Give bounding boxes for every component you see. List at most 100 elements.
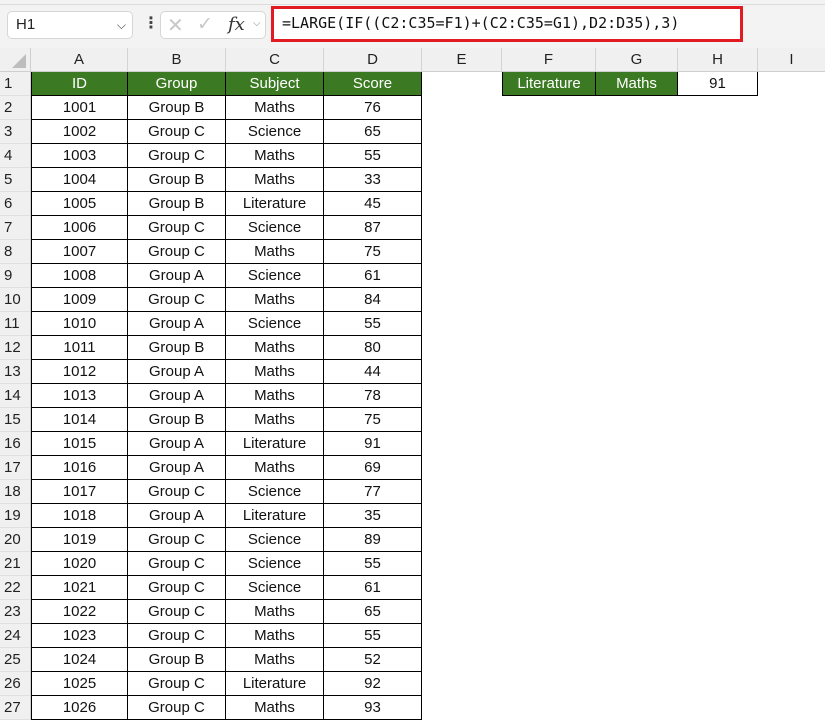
table-cell[interactable]: Group C: [128, 576, 226, 600]
row-header[interactable]: 25: [0, 648, 31, 672]
table-cell[interactable]: 91: [324, 432, 422, 456]
row-header[interactable]: 26: [0, 672, 31, 696]
table-cell[interactable]: 75: [324, 240, 422, 264]
table-header-cell[interactable]: Group: [128, 72, 226, 96]
select-all-button[interactable]: [0, 48, 31, 72]
table-cell[interactable]: Maths: [226, 240, 324, 264]
table-cell[interactable]: 1003: [31, 144, 128, 168]
row-header[interactable]: 22: [0, 576, 31, 600]
row-header[interactable]: 17: [0, 456, 31, 480]
table-cell[interactable]: 1022: [31, 600, 128, 624]
table-cell[interactable]: 69: [324, 456, 422, 480]
column-header-i[interactable]: I: [758, 48, 825, 72]
table-cell[interactable]: Group C: [128, 600, 226, 624]
table-cell[interactable]: 33: [324, 168, 422, 192]
table-cell[interactable]: 93: [324, 696, 422, 720]
row-header[interactable]: 1: [0, 72, 31, 96]
table-cell[interactable]: 75: [324, 408, 422, 432]
cancel-icon[interactable]: ✕: [167, 13, 184, 38]
table-cell[interactable]: 44: [324, 360, 422, 384]
table-cell[interactable]: 1010: [31, 312, 128, 336]
row-header[interactable]: 7: [0, 216, 31, 240]
table-cell[interactable]: 84: [324, 288, 422, 312]
table-cell[interactable]: Maths: [226, 360, 324, 384]
table-cell[interactable]: Science: [226, 120, 324, 144]
table-cell[interactable]: Science: [226, 312, 324, 336]
table-cell[interactable]: Maths: [226, 624, 324, 648]
table-cell[interactable]: 65: [324, 120, 422, 144]
column-header-h[interactable]: H: [678, 48, 758, 72]
table-cell[interactable]: Maths: [226, 696, 324, 720]
criteria-cell-f1[interactable]: Literature: [502, 72, 596, 96]
chevron-down-icon[interactable]: ⌵: [117, 12, 126, 38]
table-cell[interactable]: Maths: [226, 144, 324, 168]
table-cell[interactable]: 55: [324, 552, 422, 576]
column-header-e[interactable]: E: [422, 48, 502, 72]
table-cell[interactable]: 1012: [31, 360, 128, 384]
result-cell-h1[interactable]: 91: [678, 72, 758, 96]
row-header[interactable]: 27: [0, 696, 31, 720]
table-cell[interactable]: 1023: [31, 624, 128, 648]
table-cell[interactable]: Maths: [226, 600, 324, 624]
table-cell[interactable]: 45: [324, 192, 422, 216]
table-cell[interactable]: Literature: [226, 672, 324, 696]
column-header-b[interactable]: B: [128, 48, 226, 72]
table-cell[interactable]: Maths: [226, 384, 324, 408]
table-cell[interactable]: Group B: [128, 168, 226, 192]
row-header[interactable]: 24: [0, 624, 31, 648]
table-cell[interactable]: Maths: [226, 168, 324, 192]
table-cell[interactable]: Group A: [128, 384, 226, 408]
table-cell[interactable]: 1005: [31, 192, 128, 216]
table-cell[interactable]: Maths: [226, 96, 324, 120]
row-header[interactable]: 12: [0, 336, 31, 360]
table-cell[interactable]: 55: [324, 312, 422, 336]
table-cell[interactable]: 1004: [31, 168, 128, 192]
table-cell[interactable]: 61: [324, 576, 422, 600]
table-cell[interactable]: Group A: [128, 264, 226, 288]
table-cell[interactable]: Group C: [128, 240, 226, 264]
table-cell[interactable]: 35: [324, 504, 422, 528]
table-cell[interactable]: Maths: [226, 648, 324, 672]
table-cell[interactable]: Maths: [226, 336, 324, 360]
table-header-cell[interactable]: ID: [31, 72, 128, 96]
row-header[interactable]: 20: [0, 528, 31, 552]
table-cell[interactable]: 1009: [31, 288, 128, 312]
table-cell[interactable]: 1006: [31, 216, 128, 240]
table-cell[interactable]: 1025: [31, 672, 128, 696]
table-cell[interactable]: Maths: [226, 456, 324, 480]
row-header[interactable]: 6: [0, 192, 31, 216]
table-cell[interactable]: Science: [226, 576, 324, 600]
criteria-cell-g1[interactable]: Maths: [596, 72, 678, 96]
table-cell[interactable]: Group B: [128, 96, 226, 120]
name-box[interactable]: H1 ⌵: [7, 11, 133, 39]
table-header-cell[interactable]: Score: [324, 72, 422, 96]
table-cell[interactable]: Science: [226, 552, 324, 576]
table-cell[interactable]: Group C: [128, 528, 226, 552]
table-cell[interactable]: Maths: [226, 288, 324, 312]
table-cell[interactable]: 1017: [31, 480, 128, 504]
table-cell[interactable]: Group B: [128, 192, 226, 216]
enter-icon[interactable]: ✓: [197, 13, 213, 36]
table-cell[interactable]: 92: [324, 672, 422, 696]
table-cell[interactable]: 55: [324, 144, 422, 168]
table-cell[interactable]: Group B: [128, 648, 226, 672]
column-header-d[interactable]: D: [324, 48, 422, 72]
table-cell[interactable]: Group A: [128, 456, 226, 480]
table-cell[interactable]: 1018: [31, 504, 128, 528]
table-cell[interactable]: Group C: [128, 288, 226, 312]
table-cell[interactable]: 78: [324, 384, 422, 408]
chevron-down-icon[interactable]: ⌵: [253, 18, 261, 29]
row-header[interactable]: 2: [0, 96, 31, 120]
row-header[interactable]: 9: [0, 264, 31, 288]
column-header-a[interactable]: A: [31, 48, 128, 72]
insert-function-icon[interactable]: fx: [228, 14, 245, 35]
table-cell[interactable]: Group A: [128, 432, 226, 456]
row-header[interactable]: 23: [0, 600, 31, 624]
table-cell[interactable]: 1015: [31, 432, 128, 456]
table-cell[interactable]: Group C: [128, 696, 226, 720]
table-cell[interactable]: Group C: [128, 144, 226, 168]
table-cell[interactable]: 76: [324, 96, 422, 120]
table-cell[interactable]: 1002: [31, 120, 128, 144]
table-cell[interactable]: 1020: [31, 552, 128, 576]
table-cell[interactable]: 1013: [31, 384, 128, 408]
